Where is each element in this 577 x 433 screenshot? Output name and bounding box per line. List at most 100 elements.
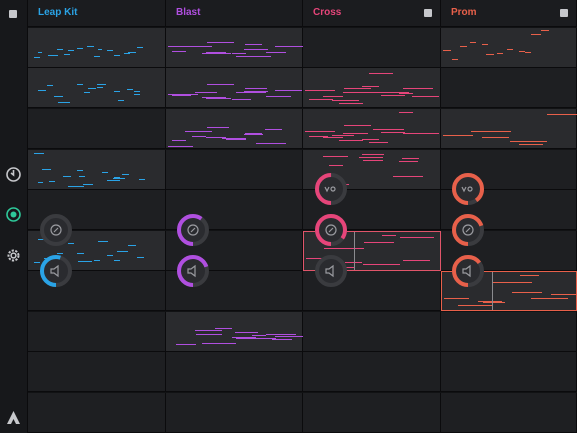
playhead <box>354 232 355 270</box>
note-line <box>98 241 108 242</box>
empty-slot[interactable] <box>166 352 303 392</box>
note-line <box>266 96 291 97</box>
track-header-blast[interactable]: Blast <box>166 0 303 27</box>
empty-slot[interactable] <box>441 68 577 108</box>
note-line <box>332 135 354 136</box>
empty-slot[interactable] <box>441 312 577 352</box>
note-line <box>38 182 43 183</box>
settings-icon[interactable] <box>5 247 22 264</box>
note-line <box>57 49 63 50</box>
empty-slot[interactable] <box>28 312 166 352</box>
note-line <box>403 260 430 261</box>
note-line <box>222 138 246 139</box>
note-line <box>236 338 276 339</box>
stop-icon[interactable] <box>560 9 568 17</box>
note-line <box>97 84 106 85</box>
clip-slot[interactable] <box>28 68 166 108</box>
note-line <box>102 172 108 173</box>
filter-knob[interactable] <box>176 213 210 247</box>
note-line <box>382 235 396 236</box>
empty-slot[interactable] <box>166 150 303 190</box>
note-line <box>42 169 51 170</box>
track-header-cross[interactable]: Cross <box>303 0 441 27</box>
clip-slot[interactable] <box>28 28 166 68</box>
clip-slot[interactable] <box>441 109 577 149</box>
clip-slot[interactable] <box>166 312 312 352</box>
empty-slot[interactable] <box>441 393 577 433</box>
note-line <box>245 133 262 134</box>
empty-slot[interactable] <box>303 352 441 392</box>
note-line <box>399 93 413 94</box>
empty-slot[interactable] <box>28 393 166 433</box>
record-icon[interactable] <box>5 206 22 223</box>
note-line <box>305 90 335 91</box>
logo-icon <box>7 411 20 424</box>
note-line <box>192 136 206 137</box>
sidebar <box>0 0 28 433</box>
note-line <box>77 253 84 254</box>
filter-knob[interactable] <box>39 213 73 247</box>
volume-knob[interactable] <box>314 254 348 288</box>
clip-slot[interactable] <box>166 68 303 108</box>
note-line <box>266 52 286 53</box>
stop-all-icon[interactable] <box>9 10 17 18</box>
note-line <box>77 48 83 49</box>
note-line <box>124 53 130 54</box>
empty-slot[interactable] <box>166 393 303 433</box>
note-line <box>64 54 70 55</box>
empty-slot[interactable] <box>303 312 441 352</box>
note-line <box>323 137 343 138</box>
note-line <box>48 55 58 56</box>
note-line <box>78 261 92 262</box>
note-line <box>195 92 217 93</box>
empty-slot[interactable] <box>303 393 441 433</box>
note-line <box>323 96 343 97</box>
empty-slot[interactable] <box>303 28 441 68</box>
note-line <box>134 94 140 95</box>
filter-knob[interactable] <box>451 213 485 247</box>
note-line <box>207 84 234 85</box>
note-line <box>324 248 364 249</box>
track-name: Leap Kit <box>38 7 78 18</box>
note-line <box>520 275 539 276</box>
note-line <box>363 160 383 161</box>
track-header-leap-kit[interactable]: Leap Kit <box>28 0 166 27</box>
empty-slot[interactable] <box>28 109 166 149</box>
volume-knob[interactable] <box>39 254 73 288</box>
filter-knob[interactable] <box>314 213 348 247</box>
volume-knob[interactable] <box>176 254 210 288</box>
note-line <box>84 92 90 93</box>
note-line <box>245 44 262 45</box>
fx-knob[interactable] <box>451 172 485 206</box>
clip-slot[interactable] <box>28 150 166 190</box>
note-line <box>403 133 428 134</box>
clip-slot[interactable] <box>303 68 441 108</box>
note-line <box>309 99 333 100</box>
note-line <box>235 332 258 333</box>
empty-slot[interactable] <box>441 352 577 392</box>
note-line <box>443 135 473 136</box>
clip-slot[interactable] <box>441 28 577 68</box>
note-line <box>87 46 94 47</box>
note-line <box>137 257 144 258</box>
clip-slot[interactable] <box>166 109 303 149</box>
note-line <box>226 139 246 140</box>
note-line <box>68 50 74 51</box>
fx-knob[interactable] <box>314 172 348 206</box>
stop-icon[interactable] <box>424 9 432 17</box>
note-line <box>117 251 128 252</box>
volume-knob[interactable] <box>451 254 485 288</box>
empty-slot[interactable] <box>28 352 166 392</box>
note-line <box>49 181 55 182</box>
clip-slot[interactable] <box>303 109 441 149</box>
note-line <box>172 51 186 52</box>
note-line <box>88 88 96 89</box>
note-line <box>275 90 302 91</box>
note-line <box>256 143 286 144</box>
note-line <box>381 95 405 96</box>
note-line <box>343 133 368 134</box>
track-header-prom[interactable]: Prom <box>441 0 577 27</box>
clip-slot[interactable] <box>166 28 307 68</box>
clock-icon[interactable] <box>5 166 22 183</box>
note-line <box>77 170 83 171</box>
